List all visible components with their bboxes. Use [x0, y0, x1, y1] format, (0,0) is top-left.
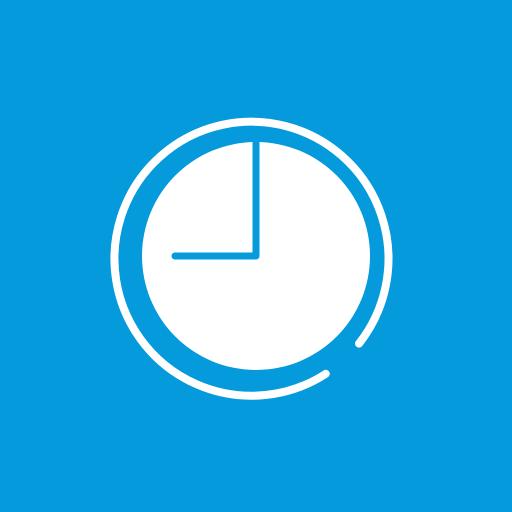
app-tile[interactable]	[0, 0, 512, 512]
clock-icon	[0, 0, 512, 512]
